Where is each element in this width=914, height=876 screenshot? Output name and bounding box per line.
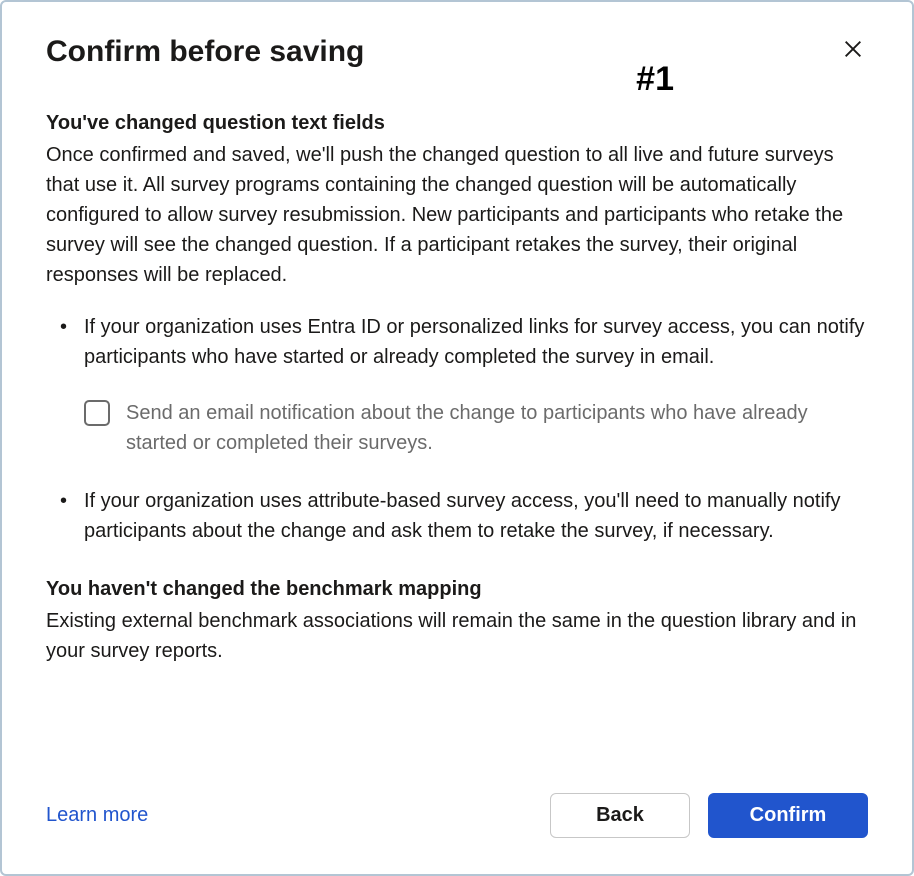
notify-checkbox[interactable]	[84, 400, 110, 426]
annotation-label: #1	[636, 60, 674, 99]
footer-buttons: Back Confirm	[550, 793, 868, 838]
section2-text: Existing external benchmark associations…	[46, 606, 868, 666]
learn-more-link[interactable]: Learn more	[46, 804, 148, 827]
bullet-item-1: If your organization uses Entra ID or pe…	[84, 312, 868, 458]
bullet-item-2: If your organization uses attribute-base…	[84, 486, 868, 546]
bullet2-text: If your organization uses attribute-base…	[84, 490, 840, 542]
section1-text: Once confirmed and saved, we'll push the…	[46, 140, 868, 290]
bullet-list: If your organization uses Entra ID or pe…	[46, 312, 868, 546]
checkbox-row: Send an email notification about the cha…	[84, 398, 868, 458]
section2-heading: You haven't changed the benchmark mappin…	[46, 574, 868, 604]
dialog-title: Confirm before saving	[46, 34, 364, 70]
bullet1-text: If your organization uses Entra ID or pe…	[84, 316, 864, 368]
close-icon	[842, 38, 864, 63]
confirm-button[interactable]: Confirm	[708, 793, 868, 838]
section2: You haven't changed the benchmark mappin…	[46, 574, 868, 666]
dialog-footer: Learn more Back Confirm	[46, 793, 868, 838]
section1-heading: You've changed question text fields	[46, 108, 868, 138]
close-button[interactable]	[838, 34, 868, 67]
back-button[interactable]: Back	[550, 793, 690, 838]
dialog-header: Confirm before saving	[46, 34, 868, 70]
checkbox-label: Send an email notification about the cha…	[126, 398, 868, 458]
confirm-dialog: Confirm before saving #1 You've changed …	[0, 0, 914, 876]
dialog-body: You've changed question text fields Once…	[46, 108, 868, 745]
